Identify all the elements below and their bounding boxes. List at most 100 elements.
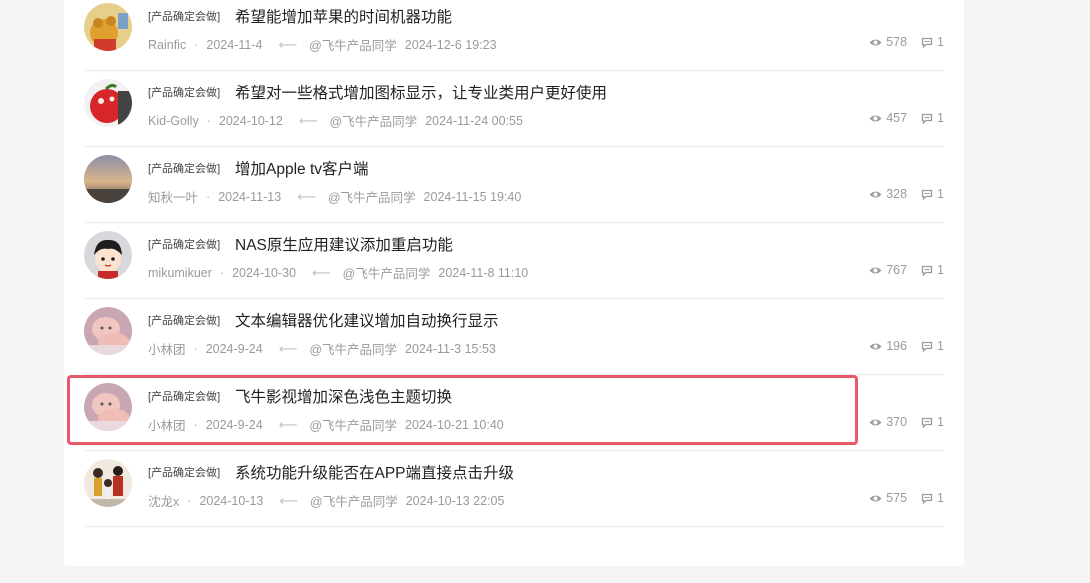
author-name[interactable]: Rainfic	[148, 38, 186, 52]
thread-stats: 370 1	[869, 415, 944, 429]
eye-icon	[869, 267, 882, 273]
thread-tag[interactable]: 产品确定会做	[148, 236, 220, 252]
reply-arrow-icon: ⟵	[312, 264, 331, 280]
author-name[interactable]: mikumikuer	[148, 266, 212, 280]
view-count: 370	[869, 415, 907, 429]
view-count: 328	[869, 187, 907, 201]
last-reply-time: 2024-10-13 22:05	[405, 493, 505, 508]
last-reply-time: 2024-11-15 19:40	[423, 189, 522, 204]
last-reply-time: 2024-12-6 19:23	[404, 37, 497, 52]
reply-count: 1	[921, 491, 944, 505]
post-date: 2024-10-13	[199, 493, 264, 508]
comment-icon	[921, 341, 933, 352]
thread-title[interactable]: NAS原生应用建议添加重启功能	[235, 233, 453, 255]
comment-icon	[921, 37, 933, 48]
last-replier[interactable]: @飞牛产品同学	[328, 187, 416, 206]
view-count: 578	[869, 35, 907, 49]
eye-icon	[869, 115, 882, 121]
separator-dot: ·	[206, 189, 211, 204]
comment-icon	[921, 113, 933, 124]
reply-count: 1	[921, 263, 944, 277]
thread-stats: 457 1	[869, 111, 944, 125]
thread-tag[interactable]: 产品确定会做	[148, 464, 220, 480]
comment-icon	[921, 417, 933, 428]
view-count: 767	[869, 263, 907, 277]
thread-row[interactable]: 产品确定会做 NAS原生应用建议添加重启功能 mikumikuer · 2024…	[84, 223, 944, 299]
reply-count: 1	[921, 415, 944, 429]
separator-dot: ·	[206, 113, 211, 128]
eye-icon	[869, 419, 882, 425]
reply-arrow-icon: ⟵	[278, 36, 298, 52]
thread-tag[interactable]: 产品确定会做	[148, 160, 220, 176]
sunset-avatar[interactable]	[84, 155, 132, 203]
last-reply-time: 2024-11-24 00:55	[425, 113, 523, 128]
reply-arrow-icon: ⟵	[298, 112, 318, 128]
highlight-box	[67, 375, 858, 445]
last-reply-time: 2024-11-3 15:53	[405, 341, 496, 356]
reply-arrow-icon: ⟵	[297, 188, 316, 204]
view-count: 575	[869, 491, 907, 505]
thread-meta: Kid-Golly · 2024-10-12 ⟵ @飞牛产品同学 2024-11…	[148, 111, 523, 130]
last-replier[interactable]: @飞牛产品同学	[309, 35, 397, 54]
thread-row[interactable]: 产品确定会做 希望能增加苹果的时间机器功能 Rainfic · 2024-11-…	[84, 0, 944, 71]
thread-title[interactable]: 系统功能升级能否在APP端直接点击升级	[235, 461, 514, 483]
reply-count: 1	[921, 339, 944, 353]
comment-icon	[921, 189, 933, 200]
author-name[interactable]: 知秋一叶	[148, 187, 198, 206]
thread-stats: 328 1	[869, 187, 944, 201]
eye-icon	[869, 39, 882, 45]
post-date: 2024-10-30	[232, 265, 297, 280]
author-name[interactable]: Kid-Golly	[148, 114, 199, 128]
post-date: 2024-11-4	[206, 37, 263, 52]
thread-stats: 578 1	[869, 35, 944, 49]
reply-count: 1	[921, 187, 944, 201]
thread-tag[interactable]: 产品确定会做	[148, 84, 220, 100]
last-reply-time: 2024-11-8 11:10	[438, 265, 529, 280]
thread-meta: Rainfic · 2024-11-4 ⟵ @飞牛产品同学 2024-12-6 …	[148, 35, 497, 54]
thread-title[interactable]: 增加Apple tv客户端	[235, 157, 369, 179]
reply-count: 1	[921, 111, 944, 125]
family-photo-avatar[interactable]	[84, 459, 132, 507]
thread-meta: 知秋一叶 · 2024-11-13 ⟵ @飞牛产品同学 2024-11-15 1…	[148, 187, 521, 206]
post-date: 2024-11-13	[218, 189, 282, 204]
last-replier[interactable]: @飞牛产品同学	[310, 491, 398, 510]
thread-row[interactable]: 产品确定会做 希望对一些格式增加图标显示，让专业类用户更好使用 Kid-Goll…	[84, 71, 944, 147]
comment-icon	[921, 265, 933, 276]
thread-meta: 小林团 · 2024-9-24 ⟵ @飞牛产品同学 2024-11-3 15:5…	[148, 339, 496, 358]
thread-tag[interactable]: 产品确定会做	[148, 8, 220, 24]
separator-dot: ·	[219, 265, 225, 280]
thread-title[interactable]: 希望对一些格式增加图标显示，让专业类用户更好使用	[235, 81, 607, 103]
eye-icon	[869, 495, 882, 501]
cartoon-boy-avatar[interactable]	[84, 231, 132, 279]
thread-stats: 196 1	[869, 339, 944, 353]
apple-avatar[interactable]	[84, 79, 132, 127]
last-replier[interactable]: @飞牛产品同学	[329, 111, 417, 130]
thread-title[interactable]: 希望能增加苹果的时间机器功能	[235, 5, 452, 27]
winnie-pooh-avatar[interactable]	[84, 3, 132, 51]
post-date: 2024-9-24	[205, 341, 263, 356]
reply-arrow-icon: ⟵	[278, 340, 298, 356]
thread-meta: 沈龙x · 2024-10-13 ⟵ @飞牛产品同学 2024-10-13 22…	[148, 491, 504, 510]
thread-tag[interactable]: 产品确定会做	[148, 312, 220, 328]
thread-stats: 767 1	[869, 263, 944, 277]
eye-icon	[869, 343, 882, 349]
view-count: 457	[869, 111, 907, 125]
author-name[interactable]: 小林团	[148, 339, 186, 358]
reply-count: 1	[921, 35, 944, 49]
eye-icon	[869, 191, 882, 197]
last-replier[interactable]: @飞牛产品同学	[343, 263, 431, 282]
baby-avatar[interactable]	[84, 307, 132, 355]
comment-icon	[921, 493, 933, 504]
post-date: 2024-10-12	[218, 113, 283, 128]
thread-row[interactable]: 产品确定会做 系统功能升级能否在APP端直接点击升级 沈龙x · 2024-10…	[84, 451, 944, 527]
separator-dot: ·	[187, 493, 192, 508]
thread-meta: mikumikuer · 2024-10-30 ⟵ @飞牛产品同学 2024-1…	[148, 263, 528, 282]
thread-row[interactable]: 产品确定会做 增加Apple tv客户端 知秋一叶 · 2024-11-13 ⟵…	[84, 147, 944, 223]
thread-list-panel: 产品确定会做 希望能增加苹果的时间机器功能 Rainfic · 2024-11-…	[64, 0, 964, 566]
author-name[interactable]: 沈龙x	[148, 491, 179, 510]
view-count: 196	[869, 339, 907, 353]
thread-title[interactable]: 文本编辑器优化建议增加自动换行显示	[235, 309, 499, 331]
reply-arrow-icon: ⟵	[279, 492, 299, 508]
last-replier[interactable]: @飞牛产品同学	[309, 339, 397, 358]
thread-row[interactable]: 产品确定会做 文本编辑器优化建议增加自动换行显示 小林团 · 2024-9-24…	[84, 299, 944, 375]
